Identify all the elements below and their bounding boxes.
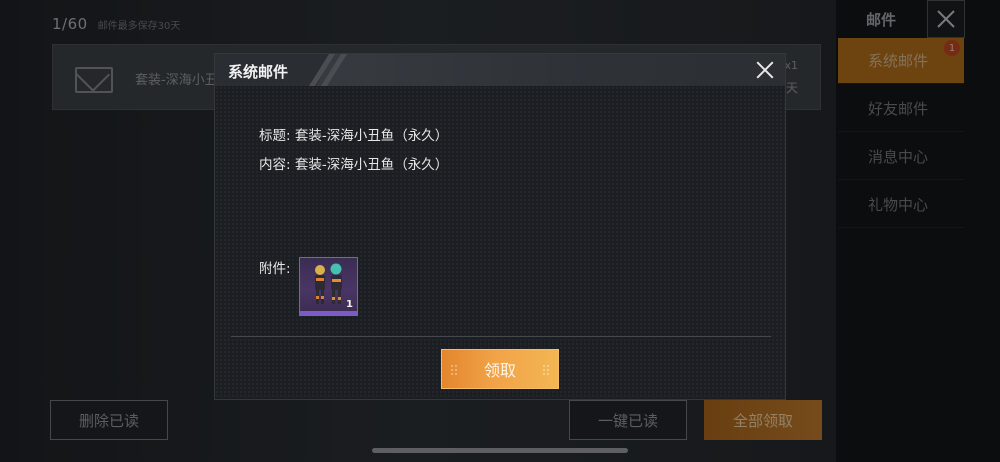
content-label: 内容: <box>259 157 291 173</box>
dialog-divider <box>231 336 771 337</box>
button-decoration <box>542 364 550 376</box>
claim-button-label: 领取 <box>483 361 516 380</box>
attachment-item-tile[interactable]: 1 <box>299 257 358 316</box>
attachment-count: 1 <box>346 299 353 310</box>
attachment-label: 附件: <box>259 261 291 277</box>
dialog-title: 系统邮件 <box>228 63 289 81</box>
subject-label: 标题: <box>259 128 291 144</box>
rarity-bar <box>300 311 357 315</box>
subject-value: 套装-深海小丑鱼（永久） <box>294 128 449 144</box>
dialog-header: 系统邮件 <box>215 54 785 86</box>
system-mail-dialog: 系统邮件 标题: 套装-深海小丑鱼（永久） 内容: 套装-深海小丑鱼（永久） 附… <box>214 53 786 400</box>
claim-button[interactable]: 领取 <box>441 349 559 389</box>
close-dialog-button[interactable] <box>753 58 777 82</box>
mail-subject-line: 标题: 套装-深海小丑鱼（永久） <box>259 124 448 144</box>
button-decoration <box>450 364 458 376</box>
content-value: 套装-深海小丑鱼（永久） <box>294 157 449 173</box>
mail-content-line: 内容: 套装-深海小丑鱼（永久） <box>259 153 448 173</box>
home-indicator[interactable] <box>372 448 628 453</box>
